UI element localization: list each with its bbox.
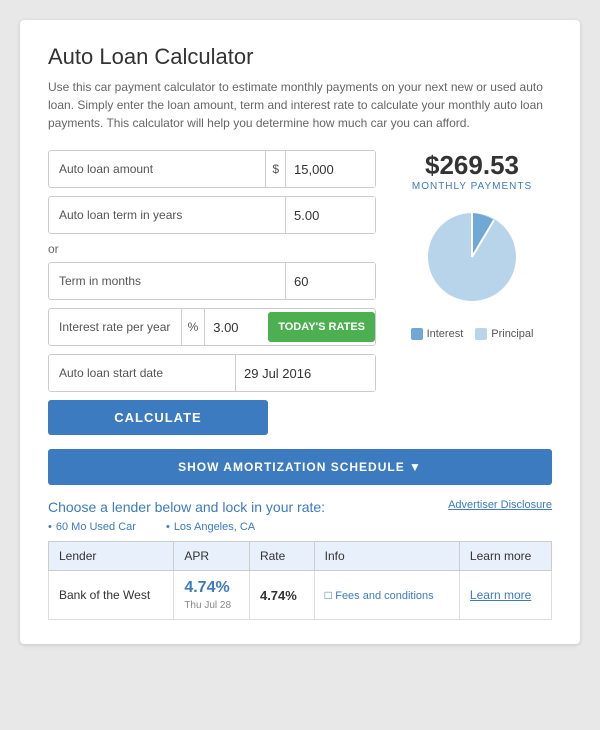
table-row: Bank of the West 4.74% Thu Jul 28 4.74% … [49,571,552,620]
lender-rate: 4.74% [249,571,314,620]
lender-table: Lender APR Rate Info Learn more Bank of … [48,541,552,620]
loan-amount-row: Auto loan amount $ [48,150,376,188]
col-info: Info [314,542,459,571]
todays-rates-button[interactable]: TODAY'S RATES [268,312,375,342]
amortization-button[interactable]: SHOW AMORTIZATION SCHEDULE ▼ [48,449,552,485]
interest-label: Interest [427,328,464,340]
calculator-card: Auto Loan Calculator Use this car paymen… [20,20,580,644]
monthly-payment-label: MONTHLY PAYMENTS [412,181,532,192]
filter-used-car[interactable]: • 60 Mo Used Car [48,521,136,533]
filter-location-label: Los Angeles, CA [174,521,255,533]
lender-table-header: Lender APR Rate Info Learn more [49,542,552,571]
col-lender: Lender [49,542,174,571]
col-learn-more: Learn more [459,542,551,571]
term-months-label: Term in months [49,274,285,288]
monthly-payment-value: $269.53 [425,150,519,181]
interest-dot [411,328,423,340]
start-date-label: Auto loan start date [49,366,235,380]
pie-chart-svg [417,202,527,312]
term-months-input[interactable] [285,263,375,299]
interest-label: Interest rate per year [49,320,181,334]
pie-chart [417,202,527,312]
interest-prefix: % [181,309,205,345]
form-section: Auto loan amount $ Auto loan term in yea… [48,150,376,435]
loan-amount-label: Auto loan amount [49,162,265,176]
start-date-row: Auto loan start date [48,354,376,392]
advertiser-disclosure-link[interactable]: Advertiser Disclosure [448,499,552,511]
principal-dot [475,328,487,340]
filter-used-car-label: 60 Mo Used Car [56,521,136,533]
lender-filters: • 60 Mo Used Car • Los Angeles, CA [48,521,552,533]
principal-label: Principal [491,328,533,340]
loan-amount-prefix: $ [265,151,285,187]
term-months-row: Term in months [48,262,376,300]
principal-legend: Principal [475,328,533,340]
calculate-button[interactable]: CALCULATE [48,400,268,435]
lender-apr: 4.74% Thu Jul 28 [174,571,250,620]
bullet-2: • [166,521,170,533]
loan-amount-input[interactable] [285,151,375,187]
learn-more-link[interactable]: Learn more [470,588,531,602]
lender-name: Bank of the West [49,571,174,620]
chart-section: $269.53 MONTHLY PAYMENTS Interest [392,150,552,435]
start-date-input[interactable] [235,355,375,391]
col-rate: Rate [249,542,314,571]
page-description: Use this car payment calculator to estim… [48,78,552,132]
lender-section: Choose a lender below and lock in your r… [48,499,552,620]
lender-learn-more: Learn more [459,571,551,620]
interest-rate-row: Interest rate per year % TODAY'S RATES [48,308,376,346]
fees-link[interactable]: Fees and conditions [335,590,433,602]
chart-legend: Interest Principal [411,328,534,340]
lender-table-body: Bank of the West 4.74% Thu Jul 28 4.74% … [49,571,552,620]
term-years-row: Auto loan term in years [48,196,376,234]
term-years-input[interactable] [285,197,375,233]
apr-date: Thu Jul 28 [184,600,231,611]
or-text: or [48,242,376,256]
apr-value: 4.74% [184,579,229,596]
col-apr: APR [174,542,250,571]
main-layout: Auto loan amount $ Auto loan term in yea… [48,150,552,435]
lender-header-row: Lender APR Rate Info Learn more [49,542,552,571]
term-years-label: Auto loan term in years [49,208,285,222]
choose-lender-text: Choose a lender below and lock in your r… [48,499,325,515]
interest-input[interactable] [204,309,264,345]
info-prefix: □ [325,588,332,602]
lender-header: Choose a lender below and lock in your r… [48,499,552,515]
filter-location[interactable]: • Los Angeles, CA [166,521,255,533]
page-title: Auto Loan Calculator [48,44,552,70]
lender-info: □ Fees and conditions [314,571,459,620]
interest-legend: Interest [411,328,464,340]
rate-value: 4.74% [260,588,297,603]
bullet-1: • [48,521,52,533]
